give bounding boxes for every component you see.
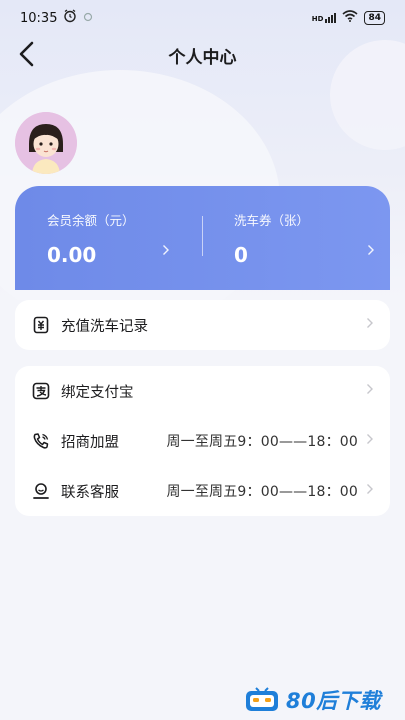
page-title: 个人中心 — [168, 48, 237, 68]
signal-icon: HD — [312, 13, 337, 23]
network-type: HD — [311, 15, 324, 23]
avatar-illustration — [15, 112, 77, 174]
watermark-text: 80后下载 — [286, 689, 381, 713]
phone-icon — [31, 431, 51, 451]
chevron-right-icon — [366, 383, 374, 399]
notification-dot-icon — [83, 11, 93, 26]
menu-item-franchise[interactable]: 招商加盟 周一至周五9：00——18：00 — [15, 416, 390, 466]
coupon-value: 0 — [234, 243, 248, 267]
battery-indicator: 84 — [364, 11, 385, 25]
chevron-right-icon[interactable] — [162, 244, 170, 260]
receipt-icon — [31, 315, 51, 335]
settings-card: 绑定支付宝 招商加盟 周一至周五9：00——18：00 联系客服 周一至周五9：… — [15, 366, 390, 516]
chevron-right-icon — [366, 433, 374, 449]
chevron-right-icon — [366, 483, 374, 499]
menu-item-customer-service[interactable]: 联系客服 周一至周五9：00——18：00 — [15, 466, 390, 516]
alipay-icon — [31, 381, 51, 401]
status-time: 10:35 — [20, 10, 58, 26]
chevron-right-icon — [366, 317, 374, 333]
customer-service-icon — [31, 481, 51, 501]
menu-item-recharge-record[interactable]: 充值洗车记录 — [15, 300, 390, 350]
menu-item-label: 联系客服 — [61, 484, 119, 501]
wifi-icon — [342, 10, 358, 26]
avatar[interactable] — [15, 112, 77, 174]
member-balance-label: 会员余额（元） — [47, 213, 135, 228]
member-balance-value: 0.00 — [47, 243, 97, 267]
watermark-robot-icon — [246, 687, 278, 711]
navigation-bar: 个人中心 — [0, 34, 405, 74]
car-wash-coupons[interactable]: 洗车券（张） 0 — [234, 210, 309, 267]
balance-card: 会员余额（元） 0.00 洗车券（张） 0 — [15, 186, 390, 290]
business-hours: 周一至周五9：00——18：00 — [166, 484, 358, 500]
status-bar: 10:35 HD 84 — [0, 0, 405, 36]
business-hours: 周一至周五9：00——18：00 — [166, 434, 358, 450]
menu-item-label: 充值洗车记录 — [61, 318, 148, 335]
menu-item-label: 招商加盟 — [61, 434, 119, 451]
chevron-right-icon[interactable] — [367, 244, 375, 260]
coupon-label: 洗车券（张） — [234, 213, 310, 228]
alarm-icon — [63, 9, 77, 27]
divider — [202, 216, 203, 256]
member-balance[interactable]: 会员余额（元） 0.00 — [47, 210, 135, 267]
watermark-logo: 80后下载 — [244, 684, 404, 716]
menu-item-bind-alipay[interactable]: 绑定支付宝 — [15, 366, 390, 416]
recharge-card: 充值洗车记录 — [15, 300, 390, 350]
menu-item-label: 绑定支付宝 — [61, 384, 134, 401]
